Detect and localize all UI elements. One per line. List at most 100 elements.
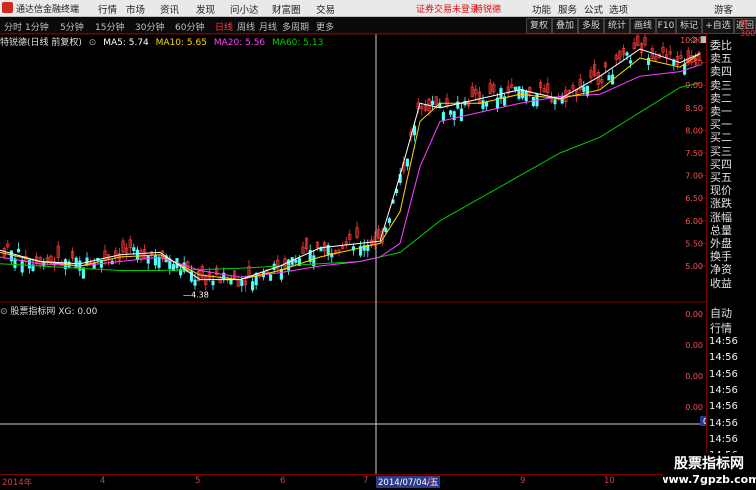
price-tick-label: 8.50: [685, 104, 703, 113]
btn-f10[interactable]: F10: [656, 18, 676, 34]
menu-jiaoyi[interactable]: 交易: [316, 2, 335, 16]
svg-text:www.7gpzb.com: www.7gpzb.com: [663, 473, 756, 486]
login-notice[interactable]: 证券交易未登录: [416, 2, 479, 15]
btn-huaxian[interactable]: 画线: [630, 18, 656, 34]
date-label: 6: [280, 476, 286, 486]
tf-fenshi[interactable]: 分时: [4, 20, 22, 33]
candle-body: [387, 218, 391, 223]
svg-text:股票指标网: 股票指标网: [674, 455, 744, 472]
lower-tick-label: 0.00: [685, 403, 703, 412]
candle-body: [240, 279, 244, 286]
low-annotation: —4.38: [183, 291, 209, 300]
candle-body: [132, 247, 136, 251]
candle-body: [481, 100, 485, 109]
candle-body: [20, 259, 24, 273]
indicator-name: 股票指标网: [10, 307, 56, 317]
price-tick-label: 5.50: [685, 239, 703, 248]
candle-body: [647, 57, 651, 65]
panel-code: 特 300: [740, 19, 756, 38]
date-axis: 2014年 4 5 6 7 2014/07/04/五 8 9 10 11: [0, 474, 706, 488]
menu-shichang[interactable]: 市场: [126, 2, 145, 16]
price-tick-label: 8.00: [685, 126, 703, 135]
tick-time: 14:56: [709, 401, 738, 413]
menu-zixun[interactable]: 资讯: [160, 2, 179, 16]
candle-body: [405, 158, 409, 167]
btn-tongji[interactable]: 统计: [604, 18, 630, 34]
menu-xuanxiang[interactable]: 选项: [609, 2, 628, 16]
tf-5min[interactable]: 5分钟: [60, 20, 84, 33]
tick-time: 14:56: [709, 384, 738, 396]
btn-biaoji[interactable]: 标记: [676, 18, 702, 34]
indicator-title: ⊙ 股票指标网 XG: 0.00: [0, 304, 97, 317]
price-tick-label: 9.00: [685, 81, 703, 90]
btn-diejia[interactable]: 叠加: [552, 18, 578, 34]
menu-faxian[interactable]: 发现: [196, 2, 215, 16]
tick-time: 14:56: [709, 368, 738, 380]
menu-caifuquan[interactable]: 财富圈: [272, 2, 301, 16]
candle-body: [251, 281, 255, 291]
candle-body: [193, 279, 197, 286]
candle-body: [553, 99, 557, 105]
tf-more[interactable]: 更多: [316, 20, 334, 33]
tf-30min[interactable]: 30分钟: [135, 20, 164, 33]
price-tick-label: 9.50: [685, 59, 703, 68]
date-label: 9: [520, 476, 526, 486]
tf-1min[interactable]: 1分钟: [25, 20, 49, 33]
tick-time: 14:56: [709, 417, 738, 429]
legend-stock: 特锐德(日线 前复权): [0, 38, 82, 48]
candle-body: [485, 102, 489, 107]
candle-body: [459, 108, 463, 122]
candle-body: [582, 86, 586, 92]
btn-fuquan[interactable]: 复权: [526, 18, 552, 34]
tick-time: 14:56: [709, 336, 738, 347]
quote-panel: 特 300 委比 卖五 卖四 卖三 卖二 卖一 买一 买二 买三 买四 买五 现价 涨跌 涨幅 总量 外盘 换手净…: [706, 19, 756, 487]
tf-60min[interactable]: 60分钟: [175, 20, 204, 33]
menu-fuwu[interactable]: 服务: [558, 2, 577, 16]
date-label: 8: [428, 476, 434, 486]
tf-daily[interactable]: 日线: [215, 20, 233, 33]
menu-bar: 通达信金融终端 行情 市场 资讯 发现 问小达 财富圈 交易 证券交易未登录 特…: [0, 0, 756, 17]
candle-body: [431, 100, 435, 105]
chart-legend: 特锐德(日线 前复权) ⊙ MA5: 5.74 MA10: 5.65 MA20:…: [0, 35, 327, 48]
tf-multi[interactable]: 多周期: [282, 20, 309, 33]
candle-body: [585, 85, 589, 97]
price-tick-label: 5.00: [685, 262, 703, 271]
candle-body: [17, 248, 21, 253]
kline-chart[interactable]: —10.48—4.38 10.009.509.008.508.007.507.0…: [0, 34, 706, 474]
menu-hangqing[interactable]: 行情: [98, 2, 117, 16]
candle-body: [384, 227, 388, 233]
candle-body: [211, 280, 215, 286]
tick-time: 14:56: [709, 433, 738, 445]
lower-tick-label: 0.00: [685, 341, 703, 350]
menu-gongneng[interactable]: 功能: [532, 2, 551, 16]
settings-icon[interactable]: ⊙: [89, 38, 97, 48]
tf-15min[interactable]: 15分钟: [95, 20, 124, 33]
auto-label[interactable]: 自动: [710, 305, 732, 321]
btn-duogu[interactable]: 多股: [578, 18, 604, 34]
candle-body: [146, 255, 150, 264]
menu-gongshi[interactable]: 公式: [584, 2, 603, 16]
quote-label-hangqing: 行情: [710, 322, 732, 335]
indicator-settings-icon[interactable]: ⊙: [0, 307, 8, 317]
price-tick-label: 6.00: [685, 217, 703, 226]
quote-label: 收益: [710, 276, 732, 290]
candle-body: [153, 255, 157, 266]
date-label: 4: [100, 476, 106, 486]
indicator-xg: XG: 0.00: [58, 307, 98, 317]
candle-body: [629, 60, 633, 64]
price-tick-label: 7.00: [685, 172, 703, 181]
date-label: 7: [363, 476, 369, 486]
tf-monthly[interactable]: 月线: [259, 20, 277, 33]
candle-body: [607, 75, 611, 81]
user-label[interactable]: 游客: [714, 2, 733, 16]
btn-add-favorite[interactable]: +自选: [702, 18, 734, 34]
candle-body: [81, 267, 85, 279]
date-label: 2014年: [2, 478, 33, 488]
candle-body: [513, 86, 517, 90]
current-stock: 特锐德: [474, 5, 502, 15]
legend-ma10: MA10: 5.65: [155, 38, 207, 48]
tf-weekly[interactable]: 周线: [237, 20, 255, 33]
menu-wenxiaoda[interactable]: 问小达: [230, 2, 259, 16]
period-toolbar: 分时 1分钟 5分钟 15分钟 30分钟 60分钟 日线 周线 月线 多周期 更…: [0, 17, 756, 34]
lower-tick-label: 0.00: [685, 372, 703, 381]
